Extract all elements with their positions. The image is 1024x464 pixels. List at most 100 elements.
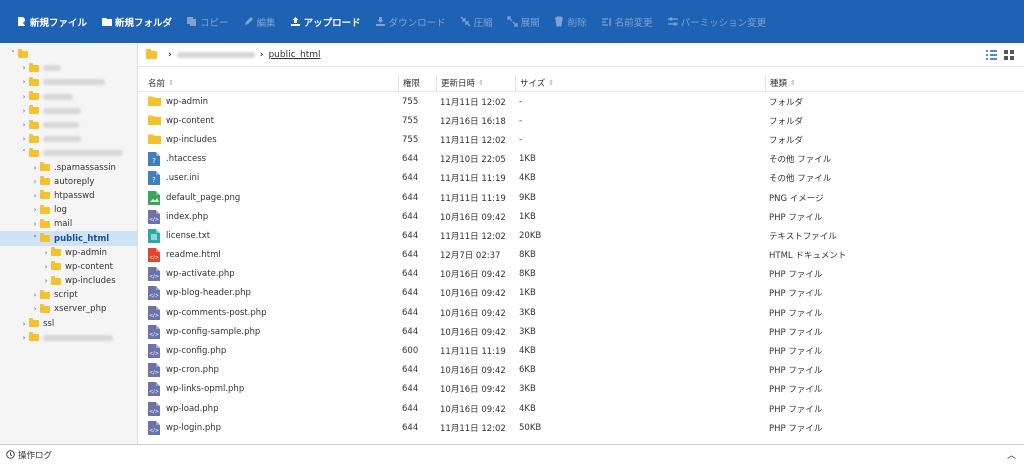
tree-item-label: .spamassassin bbox=[54, 162, 116, 173]
tree-item[interactable]: › bbox=[0, 331, 137, 345]
column-header-size[interactable]: サイズ ⇕ bbox=[515, 75, 765, 92]
chevron-right-icon[interactable]: › bbox=[19, 93, 29, 101]
download-button[interactable]: ダウンロード bbox=[375, 15, 446, 29]
table-row[interactable]: wp-admin 755 11月11日 12:02 - フォルダ bbox=[138, 92, 1024, 111]
table-row[interactable]: ? .user.ini 644 11月11日 11:19 4KB その他 ファイル bbox=[138, 169, 1024, 188]
chevron-right-icon[interactable]: › bbox=[41, 263, 51, 271]
operation-log-bar[interactable]: 操作ログ ︿ bbox=[0, 444, 1024, 464]
cell-name: </> wp-config-sample.php bbox=[138, 324, 398, 339]
chevron-up-icon[interactable]: ︿ bbox=[1007, 448, 1016, 461]
tree-item[interactable]: › bbox=[0, 61, 137, 75]
compress-icon bbox=[460, 16, 471, 27]
folder-icon bbox=[29, 76, 39, 86]
chevron-right-icon[interactable]: › bbox=[30, 206, 40, 214]
chevron-right-icon[interactable]: › bbox=[19, 121, 29, 129]
chevron-down-icon[interactable]: ˅ bbox=[30, 235, 40, 243]
rename-button[interactable]: 名前変更 bbox=[601, 15, 653, 29]
chevron-right-icon[interactable]: › bbox=[19, 107, 29, 115]
tree-item[interactable]: › htpasswd bbox=[0, 189, 137, 203]
tree-item[interactable]: › script bbox=[0, 288, 137, 302]
edit-button[interactable]: 編集 bbox=[243, 15, 276, 29]
column-header-type[interactable]: 種類 ⇕ bbox=[765, 75, 1024, 92]
compress-button[interactable]: 圧縮 bbox=[460, 15, 493, 29]
breadcrumb-current[interactable]: public_html bbox=[268, 50, 320, 60]
file-name: default_page.png bbox=[166, 192, 241, 203]
table-row[interactable]: </> wp-blog-header.php 644 10月16日 09:42 1KB P… bbox=[138, 284, 1024, 303]
svg-text:</>: </> bbox=[149, 255, 159, 261]
tree-item[interactable]: › bbox=[0, 104, 137, 118]
delete-label: 削除 bbox=[567, 17, 587, 29]
tree-item[interactable]: › mail bbox=[0, 217, 137, 231]
table-row[interactable]: wp-includes 755 11月11日 12:02 - フォルダ bbox=[138, 130, 1024, 149]
chevron-right-icon[interactable]: › bbox=[19, 135, 29, 143]
tree-item[interactable]: ˅ bbox=[0, 47, 137, 61]
file-name: wp-content bbox=[166, 115, 214, 126]
tree-item[interactable]: ˅ bbox=[0, 146, 137, 160]
chevron-right-icon[interactable]: › bbox=[30, 220, 40, 228]
chevron-right-icon[interactable]: › bbox=[30, 305, 40, 313]
new-folder-button[interactable]: 新規フォルダ bbox=[101, 15, 172, 29]
tree-item[interactable]: › ssl bbox=[0, 317, 137, 331]
tree-item[interactable]: › bbox=[0, 75, 137, 89]
table-row[interactable]: default_page.png 644 11月11日 11:19 9KB PNG イメ… bbox=[138, 188, 1024, 207]
cell-type: PHP ファイル bbox=[769, 327, 823, 338]
table-row[interactable]: </> wp-cron.php 644 10月16日 09:42 6KB PHP ファイル bbox=[138, 361, 1024, 380]
chevron-right-icon[interactable]: › bbox=[41, 277, 51, 285]
list-view-button[interactable] bbox=[982, 47, 1000, 63]
new-file-button[interactable]: 新規ファイル bbox=[16, 15, 87, 29]
chevron-right-icon[interactable]: › bbox=[19, 320, 29, 328]
cell-modified: 11月11日 11:19 bbox=[440, 347, 506, 358]
table-row[interactable]: </> wp-login.php 644 11月11日 12:02 50KB PHP ファ… bbox=[138, 418, 1024, 437]
chevron-right-icon[interactable]: › bbox=[30, 192, 40, 200]
table-row[interactable]: </> readme.html 644 12月7日 02:37 8KB HTML ドキュメ… bbox=[138, 246, 1024, 265]
chevron-right-icon[interactable]: › bbox=[30, 178, 40, 186]
chevron-down-icon[interactable]: ˅ bbox=[19, 149, 29, 157]
permission-button[interactable]: パーミッション変更 bbox=[667, 15, 766, 29]
table-row[interactable]: </> index.php 644 10月16日 09:42 1KB PHP ファイル bbox=[138, 207, 1024, 226]
delete-button[interactable]: 削除 bbox=[554, 15, 587, 29]
chevron-down-icon[interactable]: ˅ bbox=[8, 50, 18, 58]
chevron-right-icon[interactable]: › bbox=[19, 78, 29, 86]
extract-button[interactable]: 展開 bbox=[506, 15, 540, 29]
tree-item[interactable]: › wp-admin bbox=[0, 246, 137, 260]
upload-button[interactable]: アップロード bbox=[290, 15, 361, 29]
breadcrumb-hidden-segment[interactable] bbox=[176, 51, 255, 58]
new-file-label: 新規ファイル bbox=[30, 17, 88, 29]
folder-icon bbox=[29, 318, 39, 328]
column-header-perm[interactable]: 権限 bbox=[398, 75, 436, 92]
chevron-right-icon[interactable]: › bbox=[19, 64, 29, 72]
tree-item[interactable]: › bbox=[0, 118, 137, 132]
sort-icon: ⇕ bbox=[790, 79, 796, 87]
grid-view-button[interactable] bbox=[1000, 47, 1018, 63]
tree-item-hidden-label bbox=[43, 93, 73, 100]
tree-item[interactable]: › wp-content bbox=[0, 260, 137, 274]
tree-item[interactable]: › bbox=[0, 132, 137, 146]
column-header-name[interactable]: 名前 ⇕ bbox=[138, 75, 398, 92]
table-header: 名前 ⇕ 権限 更新日時 ⇕ サイズ ⇕ 種類 ⇕ bbox=[138, 75, 1024, 92]
tree-item[interactable]: › autoreply bbox=[0, 175, 137, 189]
tree-item[interactable]: ˅ public_html bbox=[0, 231, 137, 246]
chevron-right-icon[interactable]: › bbox=[30, 164, 40, 172]
file-name: wp-blog-header.php bbox=[166, 288, 251, 299]
table-row[interactable]: </> wp-config.php 600 11月11日 11:19 4KB PHP ファ… bbox=[138, 341, 1024, 360]
tree-item[interactable]: › wp-includes bbox=[0, 274, 137, 288]
tree-item[interactable]: › bbox=[0, 90, 137, 104]
svg-text:</>: </> bbox=[149, 313, 159, 319]
folder-icon bbox=[29, 62, 39, 72]
column-header-date[interactable]: 更新日時 ⇕ bbox=[436, 75, 515, 92]
table-row[interactable]: </> wp-comments-post.php 644 10月16日 09:42 3K… bbox=[138, 303, 1024, 322]
chevron-right-icon[interactable]: › bbox=[41, 249, 51, 257]
table-row[interactable]: ? .htaccess 644 12月10日 22:05 1KB その他 ファイル bbox=[138, 150, 1024, 169]
table-row[interactable]: license.txt 644 11月11日 12:02 20KB テキストファイル bbox=[138, 226, 1024, 245]
table-row[interactable]: </> wp-load.php 644 10月16日 09:42 4KB PHP ファイル bbox=[138, 399, 1024, 418]
chevron-right-icon[interactable]: › bbox=[30, 291, 40, 299]
table-row[interactable]: wp-content 755 12月16日 16:18 - フォルダ bbox=[138, 111, 1024, 130]
tree-item[interactable]: › .spamassassin bbox=[0, 161, 137, 175]
copy-button[interactable]: コピー bbox=[186, 15, 229, 29]
chevron-right-icon[interactable]: › bbox=[19, 334, 29, 342]
tree-item[interactable]: › xserver_php bbox=[0, 302, 137, 316]
table-row[interactable]: </> wp-activate.php 644 10月16日 09:42 8KB PHP … bbox=[138, 265, 1024, 284]
table-row[interactable]: </> wp-config-sample.php 644 10月16日 09:42 3K… bbox=[138, 322, 1024, 341]
tree-item[interactable]: › log bbox=[0, 203, 137, 217]
table-row[interactable]: </> wp-links-opml.php 644 10月16日 09:42 3KB PH… bbox=[138, 380, 1024, 399]
